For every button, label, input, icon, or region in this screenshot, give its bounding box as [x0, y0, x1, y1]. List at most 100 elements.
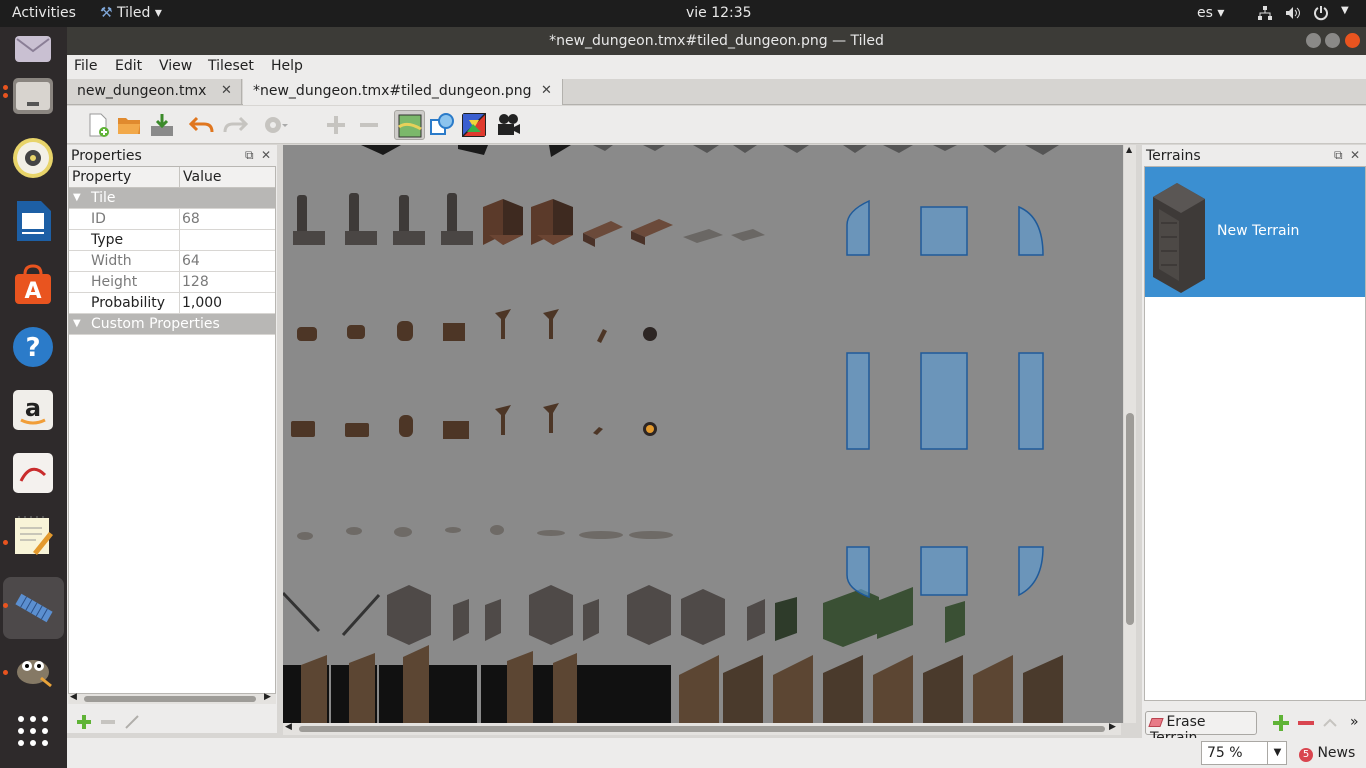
tileset-view[interactable]	[283, 145, 1123, 723]
close-window-button[interactable]	[1345, 33, 1360, 48]
help-icon[interactable]: ?	[9, 323, 57, 371]
bones-tiles	[297, 525, 673, 540]
property-row-probability[interactable]: Probability 1,000	[69, 293, 275, 314]
add-tile-icon[interactable]	[323, 112, 349, 138]
new-file-icon[interactable]	[85, 112, 111, 138]
horizontal-scrollbar[interactable]: ◀ ▶	[68, 692, 276, 704]
chevron-down-icon[interactable]: ▼	[1267, 742, 1287, 764]
group-row-custom-properties[interactable]: ▼ Custom Properties	[69, 314, 275, 335]
files-icon[interactable]	[9, 72, 57, 120]
column-header-property[interactable]: Property	[69, 167, 179, 188]
app-menu[interactable]: ⚒ Tiled ▾	[100, 5, 162, 21]
property-name: Width	[91, 253, 132, 269]
menu-bar: File Edit View Tileset Help	[67, 55, 1366, 79]
apps-grid-icon[interactable]	[9, 707, 57, 755]
menu-view[interactable]: View	[159, 58, 192, 74]
save-file-icon[interactable]	[149, 112, 175, 138]
group-label: Tile	[91, 190, 116, 206]
menu-file[interactable]: File	[74, 58, 97, 74]
column-header-value[interactable]: Value	[179, 167, 275, 188]
text-editor-icon[interactable]	[9, 512, 57, 560]
scrollbar-thumb[interactable]	[1126, 413, 1134, 625]
close-tab-icon[interactable]: ✕	[221, 83, 232, 98]
add-terrain-icon[interactable]	[1272, 714, 1290, 732]
tileset-image[interactable]	[283, 145, 1123, 723]
scroll-right-icon[interactable]: ▶	[264, 692, 271, 702]
terrain-item-selected[interactable]: New Terrain	[1145, 167, 1365, 297]
undock-icon[interactable]: ⧉	[1334, 148, 1343, 163]
running-indicator	[3, 670, 8, 675]
launcher-dock: A ? a	[0, 27, 67, 768]
tab-label: new_dungeon.tmx	[77, 83, 207, 99]
volume-icon[interactable]	[1285, 5, 1301, 21]
redo-icon[interactable]	[222, 112, 248, 138]
scroll-right-icon[interactable]: ▶	[1109, 722, 1116, 732]
tab-tileset[interactable]: *new_dungeon.tmx#tiled_dungeon.png ✕	[243, 79, 563, 105]
horizontal-scrollbar[interactable]: ◀ ▶	[283, 722, 1121, 735]
window-titlebar[interactable]: *new_dungeon.tmx#tiled_dungeon.png — Til…	[67, 27, 1366, 55]
close-panel-icon[interactable]: ✕	[1350, 148, 1360, 162]
scroll-left-icon[interactable]: ◀	[70, 692, 77, 702]
terrain-edit-icon	[398, 114, 422, 138]
scroll-up-icon[interactable]: ▲	[1126, 145, 1132, 154]
remove-tile-icon[interactable]	[356, 112, 382, 138]
move-up-icon[interactable]	[1322, 715, 1338, 731]
terrains-panel: Terrains ⧉ ✕ New Terrain Erase Terrain »	[1142, 145, 1366, 768]
minimize-button[interactable]	[1306, 33, 1321, 48]
property-row-height[interactable]: Height 128	[69, 272, 275, 293]
terrain-mode-toggle[interactable]	[394, 110, 425, 140]
software-center-icon[interactable]: A	[9, 260, 57, 308]
property-name: Height	[91, 274, 138, 290]
close-tab-icon[interactable]: ✕	[541, 83, 552, 98]
chest-barrel-tiles	[291, 309, 657, 439]
menu-tileset[interactable]: Tileset	[208, 58, 254, 74]
group-row-tile[interactable]: ▼ Tile	[69, 188, 275, 209]
news-button[interactable]: 5 News	[1299, 745, 1355, 762]
property-value: 68	[182, 211, 200, 227]
panel-title: Terrains	[1146, 148, 1201, 164]
property-value[interactable]: 1,000	[182, 295, 222, 311]
svg-text:a: a	[25, 394, 41, 422]
expand-arrow-icon[interactable]: ▼	[73, 318, 81, 329]
property-row-width[interactable]: Width 64	[69, 251, 275, 272]
vertical-scrollbar[interactable]: ▲	[1124, 145, 1136, 723]
menu-edit[interactable]: Edit	[115, 58, 142, 74]
property-row-id[interactable]: ID 68	[69, 209, 275, 230]
writer-icon[interactable]	[9, 197, 57, 245]
power-icon[interactable]	[1313, 5, 1329, 21]
remove-terrain-icon[interactable]	[1297, 714, 1315, 732]
expand-arrow-icon[interactable]: ▼	[73, 192, 81, 203]
property-row-type[interactable]: Type	[69, 230, 275, 251]
open-file-icon[interactable]	[116, 112, 142, 138]
more-actions-icon[interactable]: »	[1350, 714, 1359, 730]
scroll-left-icon[interactable]: ◀	[285, 722, 292, 732]
clock[interactable]: vie 12:35	[686, 5, 752, 21]
tab-new-dungeon-map[interactable]: new_dungeon.tmx ✕	[67, 79, 242, 105]
menu-help[interactable]: Help	[271, 58, 303, 74]
rename-property-icon[interactable]	[124, 714, 140, 730]
activities-button[interactable]: Activities	[12, 5, 76, 21]
scrollbar-thumb[interactable]	[299, 726, 1105, 732]
rhythmbox-icon[interactable]	[9, 134, 57, 182]
gimp-icon[interactable]	[9, 644, 57, 692]
animation-editor-icon[interactable]	[495, 112, 521, 138]
undock-icon[interactable]: ⧉	[245, 148, 254, 163]
add-property-icon[interactable]	[76, 714, 92, 730]
wang-colors-icon[interactable]	[461, 112, 487, 138]
language-indicator[interactable]: es ▾	[1197, 5, 1224, 21]
document-viewer-icon[interactable]	[9, 449, 57, 497]
tiled-icon[interactable]	[3, 577, 64, 639]
maximize-button[interactable]	[1325, 33, 1340, 48]
scrollbar-thumb[interactable]	[84, 696, 256, 702]
erase-terrain-button[interactable]: Erase Terrain	[1145, 711, 1257, 746]
mail-icon[interactable]	[9, 27, 57, 75]
tileset-properties-gear-icon[interactable]	[262, 112, 288, 138]
power-menu-arrow-icon[interactable]: ▼	[1341, 5, 1349, 16]
amazon-icon[interactable]: a	[9, 386, 57, 434]
terrain-overlays	[846, 199, 1044, 599]
undo-icon[interactable]	[189, 112, 215, 138]
network-icon[interactable]	[1257, 5, 1273, 21]
collision-editor-icon[interactable]	[429, 112, 455, 138]
close-panel-icon[interactable]: ✕	[261, 148, 271, 162]
remove-property-icon[interactable]	[100, 714, 116, 730]
